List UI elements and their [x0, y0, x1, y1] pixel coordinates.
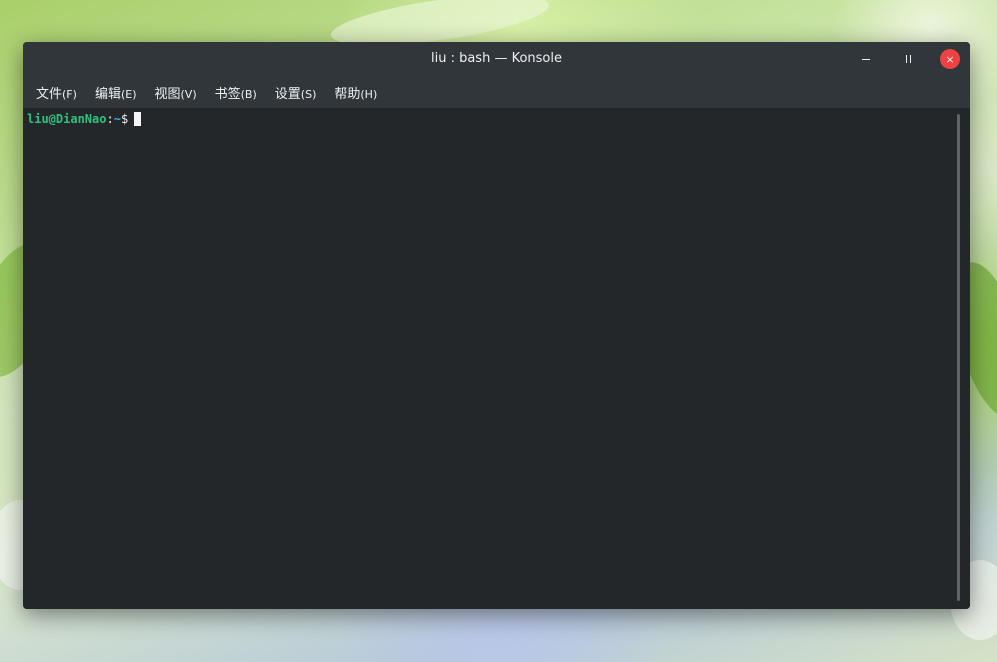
menu-bookmarks[interactable]: 书签(B)	[208, 79, 264, 106]
menu-accel: (B)	[240, 87, 257, 101]
close-icon: ×	[945, 52, 955, 66]
konsole-window: liu : bash — Konsole × 文件(F) 编辑(E) 视图(V)…	[23, 42, 970, 609]
window-title: liu : bash — Konsole	[430, 51, 562, 66]
menu-help[interactable]: 帮助(H)	[327, 79, 384, 106]
menu-accel: (H)	[360, 87, 378, 101]
scrollbar[interactable]	[957, 114, 960, 601]
menu-accel: (S)	[300, 87, 317, 101]
menu-file[interactable]: 文件(F)	[29, 79, 84, 106]
close-button[interactable]: ×	[940, 49, 960, 69]
menu-label: 书签	[214, 86, 241, 102]
menu-view[interactable]: 视图(V)	[148, 79, 204, 106]
menu-label: 文件	[36, 86, 63, 102]
maximize-button[interactable]	[898, 49, 918, 69]
menu-bar: 文件(F) 编辑(E) 视图(V) 书签(B) 设置(S) 帮助(H)	[23, 76, 970, 108]
title-bar[interactable]: liu : bash — Konsole ×	[23, 42, 970, 76]
menu-label: 帮助	[334, 86, 361, 102]
minimize-icon	[862, 58, 870, 60]
text-cursor	[134, 112, 142, 126]
menu-edit[interactable]: 编辑(E)	[88, 79, 144, 106]
menu-accel: (F)	[62, 87, 77, 101]
prompt-symbol: $	[120, 112, 129, 126]
menu-accel: (V)	[180, 87, 197, 101]
prompt-separator: :	[106, 112, 114, 126]
prompt-path: ~	[113, 112, 121, 126]
terminal-area[interactable]: liu@DianNao:~$	[23, 108, 970, 609]
menu-accel: (E)	[120, 87, 137, 101]
menu-label: 设置	[274, 86, 301, 102]
prompt-user-host: liu@DianNao	[27, 112, 107, 126]
prompt-line: liu@DianNao:~$	[27, 111, 970, 127]
menu-settings[interactable]: 设置(S)	[268, 79, 324, 106]
menu-label: 编辑	[94, 86, 121, 102]
maximize-icon	[905, 55, 911, 63]
minimize-button[interactable]	[856, 49, 876, 69]
menu-label: 视图	[154, 86, 181, 102]
